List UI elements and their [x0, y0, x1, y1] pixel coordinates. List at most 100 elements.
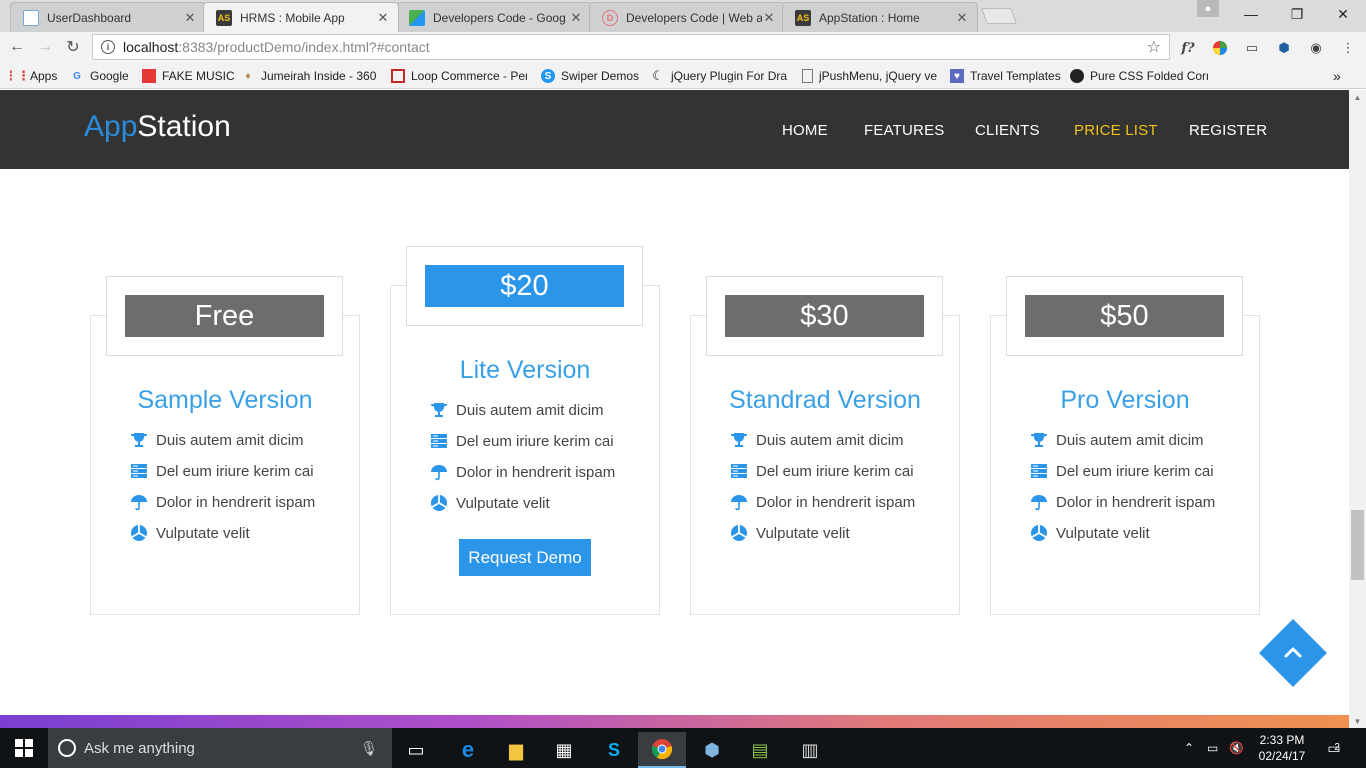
start-button[interactable]	[0, 728, 48, 768]
network-icon[interactable]: ▭	[1207, 728, 1218, 768]
google-icon: G	[73, 70, 81, 82]
travel-icon: ♥	[950, 69, 964, 83]
menu-icon[interactable]: ⋮	[1339, 39, 1357, 57]
close-icon[interactable]: ✕	[762, 10, 776, 26]
chrome-icon[interactable]	[638, 732, 686, 768]
cortana-icon	[58, 739, 76, 757]
site-logo[interactable]: AppStation	[84, 110, 231, 144]
nav-features[interactable]: FEATURES	[864, 122, 945, 139]
page-scrollbar[interactable]: ▲ ▼	[1349, 90, 1366, 728]
price-label: $50	[1025, 295, 1224, 337]
feature-label: Vulputate velit	[1056, 524, 1150, 542]
browser-tab[interactable]: D Developers Code | Web a ✕	[589, 2, 785, 32]
feature-item: Duis autem amit dicim	[130, 431, 304, 449]
bookmark-label: Google	[90, 69, 129, 83]
bookmark-pure-css[interactable]: Pure CSS Folded Corn	[1070, 67, 1208, 85]
edge-icon[interactable]: e	[444, 732, 492, 768]
plan-name: Lite Version	[459, 356, 591, 384]
maximize-button[interactable]: ❐	[1274, 0, 1320, 28]
bookmark-fake-music[interactable]: FAKE MUSIC	[142, 67, 234, 85]
close-icon[interactable]: ✕	[376, 10, 390, 26]
scroll-up-arrow-icon[interactable]: ▲	[1349, 90, 1366, 104]
minimize-button[interactable]: —	[1228, 0, 1274, 28]
bookmark-label: Pure CSS Folded Corn	[1090, 69, 1208, 83]
system-clock[interactable]: 2:33 PM 02/24/17	[1252, 732, 1312, 764]
feature-label: Dolor in hendrerit ispam	[756, 493, 916, 511]
cast-icon[interactable]: ▭	[1243, 39, 1261, 57]
new-tab-button[interactable]	[981, 8, 1017, 24]
nav-clients[interactable]: CLIENTS	[975, 122, 1040, 139]
logo-app-text: App	[84, 110, 138, 143]
nav-price-list[interactable]: PRICE LIST	[1074, 122, 1158, 139]
request-demo-button[interactable]: Request Demo	[459, 539, 591, 576]
file-explorer-icon[interactable]: ▆	[492, 732, 540, 768]
bookmark-label: FAKE MUSIC	[162, 69, 234, 83]
scroll-down-arrow-icon[interactable]: ▼	[1349, 714, 1366, 728]
bookmark-apps[interactable]: ⋮⋮ Apps	[10, 67, 62, 85]
browser-tab[interactable]: UserDashboard ✕	[10, 2, 206, 32]
bookmark-star-icon[interactable]: ☆	[1147, 37, 1161, 57]
notepad-plus-icon[interactable]: ▤	[736, 732, 784, 768]
color-wheel-icon[interactable]	[1211, 39, 1229, 57]
bookmarks-bar: ⋮⋮ Apps G Google FAKE MUSIC ♦ Jumeirah Insi…	[0, 62, 1366, 89]
reload-icon[interactable]: ↻	[62, 36, 84, 58]
feature-item: Dolor in hendrerit ispam	[1030, 493, 1215, 511]
back-arrow-icon[interactable]: ←	[6, 36, 28, 58]
price-box: Free	[106, 276, 343, 356]
footer-gradient	[0, 715, 1349, 728]
virtualbox-icon[interactable]: ⬢	[688, 732, 736, 768]
user-profile-icon[interactable]: ●	[1197, 0, 1219, 17]
browser-tab[interactable]: Developers Code - Goog ✕	[396, 2, 592, 32]
as-icon: AS	[216, 9, 232, 26]
pie-chart-icon	[731, 525, 747, 541]
server-icon	[731, 464, 747, 478]
nav-register[interactable]: REGISTER	[1189, 122, 1267, 139]
page-viewport: AppStation HOME FEATURES CLIENTS PRICE L…	[0, 90, 1349, 728]
logo-station-text: Station	[137, 110, 231, 143]
browser-tab[interactable]: AS AppStation : Home ✕	[782, 2, 978, 32]
plan-name: Pro Version	[1060, 386, 1190, 414]
bookmark-jquery-plugin[interactable]: ☾ jQuery Plugin For Dra	[651, 67, 789, 85]
close-icon[interactable]: ✕	[183, 10, 197, 26]
action-center-icon[interactable]: ▭ 2	[1322, 736, 1346, 760]
nav-home[interactable]: HOME	[782, 122, 828, 139]
feature-item: Del eum iriure kerim cai	[430, 432, 614, 450]
cube-ext-icon[interactable]: ⬢	[1275, 39, 1293, 57]
task-view-icon[interactable]: ▭	[392, 732, 440, 768]
color-picker-icon[interactable]: ◉	[1307, 39, 1325, 57]
bookmark-label: Loop Commerce - Per	[411, 69, 527, 83]
bookmark-travel-templates[interactable]: ♥ Travel Templates	[950, 67, 1062, 85]
bookmark-google[interactable]: G Google	[70, 67, 134, 85]
bookmark-swiper[interactable]: S Swiper Demos	[541, 67, 641, 85]
tray-chevron-icon[interactable]: ⌃	[1184, 728, 1194, 768]
microphone-icon[interactable]: 🎙	[360, 740, 378, 757]
skype-icon[interactable]: S	[590, 732, 638, 768]
close-icon[interactable]: ✕	[569, 10, 583, 26]
plan-name: Standrad Version	[729, 386, 921, 414]
browser-tab-active[interactable]: AS HRMS : Mobile App ✕	[203, 2, 399, 32]
volume-muted-icon[interactable]: 🔇	[1229, 728, 1244, 768]
address-bar[interactable]: i localhost:8383/productDemo/index.html?…	[92, 34, 1170, 60]
url-host: localhost	[123, 39, 179, 55]
forward-arrow-icon[interactable]: →	[34, 36, 56, 58]
fontface-ext-icon[interactable]: f?	[1179, 39, 1197, 57]
bookmarks-overflow-icon[interactable]: »	[1333, 67, 1347, 85]
close-window-button[interactable]: ✕	[1320, 0, 1366, 28]
url-path: :8383/productDemo/index.html?#contact	[178, 39, 430, 55]
back-to-top-button[interactable]	[1259, 619, 1327, 687]
app-icon[interactable]: ▥	[786, 732, 834, 768]
bookmark-jpushmenu[interactable]: jPushMenu, jQuery ve	[802, 67, 938, 85]
price-label: $30	[725, 295, 924, 337]
feature-label: Dolor in hendrerit ispam	[156, 493, 316, 511]
info-icon[interactable]: i	[101, 40, 115, 54]
scrollbar-thumb[interactable]	[1351, 510, 1364, 580]
bookmark-loop-commerce[interactable]: Loop Commerce - Per	[391, 67, 527, 85]
close-icon[interactable]: ✕	[955, 10, 969, 26]
feature-item: Duis autem amit dicim	[730, 431, 904, 449]
tab-title: UserDashboard	[47, 10, 132, 25]
cortana-search[interactable]: Ask me anything 🎙	[48, 728, 392, 768]
feature-label: Del eum iriure kerim cai	[1056, 462, 1214, 480]
store-icon[interactable]: ▦	[540, 732, 588, 768]
pie-chart-icon	[1031, 525, 1047, 541]
bookmark-jumeirah[interactable]: ♦ Jumeirah Inside - 360	[241, 67, 377, 85]
